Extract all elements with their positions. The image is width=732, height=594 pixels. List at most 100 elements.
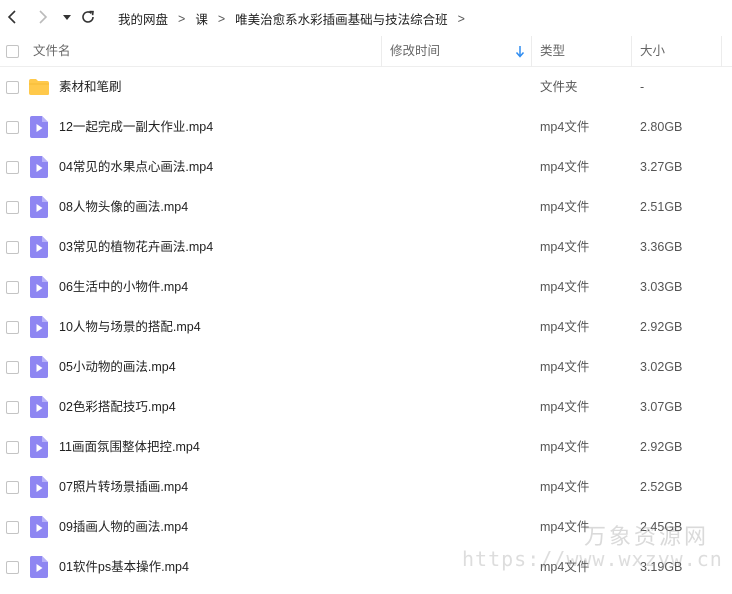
row-checkbox[interactable] (6, 321, 19, 334)
select-all-checkbox[interactable] (6, 45, 19, 58)
video-file-icon (30, 356, 48, 378)
file-type: mp4文件 (540, 520, 590, 534)
back-button[interactable] (4, 8, 22, 26)
file-row[interactable]: 素材和笔刷 文件夹 - (0, 67, 732, 107)
column-header-modified[interactable]: 修改时间 (390, 36, 440, 67)
file-size: - (640, 80, 645, 94)
row-checkbox[interactable] (6, 521, 19, 534)
file-name[interactable]: 12一起完成一副大作业.mp4 (59, 107, 213, 147)
file-name[interactable]: 10人物与场景的搭配.mp4 (59, 307, 201, 347)
file-name[interactable]: 08人物头像的画法.mp4 (59, 187, 188, 227)
breadcrumb-separator: > (178, 11, 186, 26)
file-size: 3.07GB (640, 400, 683, 414)
file-name[interactable]: 11画面氛围整体把控.mp4 (59, 427, 200, 467)
file-row[interactable]: 07照片转场景插画.mp4 mp4文件 2.52GB (0, 467, 732, 507)
column-divider[interactable] (531, 36, 532, 67)
file-row[interactable]: 12一起完成一副大作业.mp4 mp4文件 2.80GB (0, 107, 732, 147)
history-dropdown-button[interactable] (60, 8, 74, 26)
file-size: 3.02GB (640, 360, 683, 374)
breadcrumb-separator: > (457, 11, 465, 26)
video-file-icon (30, 396, 48, 418)
chevron-right-icon (39, 10, 48, 24)
column-header-size[interactable]: 大小 (640, 36, 665, 67)
video-file-icon (30, 516, 48, 538)
file-type: mp4文件 (540, 360, 590, 374)
file-size: 3.27GB (640, 160, 683, 174)
watermark-url: https://www.wxzyw.cn (462, 547, 723, 571)
file-row[interactable]: 11画面氛围整体把控.mp4 mp4文件 2.92GB (0, 427, 732, 467)
column-header-name[interactable]: 文件名 (33, 36, 71, 67)
file-name[interactable]: 素材和笔刷 (59, 67, 122, 107)
file-name[interactable]: 03常见的植物花卉画法.mp4 (59, 227, 213, 267)
video-file-icon (30, 156, 48, 178)
breadcrumb-separator: > (217, 11, 226, 26)
breadcrumb-item-course[interactable]: 课 (195, 9, 208, 28)
row-checkbox[interactable] (6, 81, 19, 94)
video-file-icon (30, 556, 48, 578)
row-checkbox[interactable] (6, 401, 19, 414)
file-size: 2.80GB (640, 120, 683, 134)
file-size: 2.92GB (640, 320, 683, 334)
row-checkbox[interactable] (6, 281, 19, 294)
file-row[interactable]: 10人物与场景的搭配.mp4 mp4文件 2.92GB (0, 307, 732, 347)
file-type: mp4文件 (540, 440, 590, 454)
file-type: mp4文件 (540, 480, 590, 494)
column-divider[interactable] (631, 36, 632, 67)
video-file-icon (30, 476, 48, 498)
row-checkbox[interactable] (6, 561, 19, 574)
video-file-icon (30, 236, 48, 258)
file-size: 3.03GB (640, 280, 683, 294)
row-checkbox[interactable] (6, 481, 19, 494)
row-checkbox[interactable] (6, 361, 19, 374)
file-name[interactable]: 06生活中的小物件.mp4 (59, 267, 188, 307)
file-type: 文件夹 (540, 80, 578, 94)
breadcrumb: 我的网盘 > 课 > 唯美治愈系水彩插画基础与技法综合班 > (118, 9, 475, 28)
file-row[interactable]: 04常见的水果点心画法.mp4 mp4文件 3.27GB (0, 147, 732, 187)
chevron-left-icon (7, 10, 16, 24)
row-checkbox[interactable] (6, 161, 19, 174)
column-divider[interactable] (381, 36, 382, 67)
column-divider[interactable] (721, 36, 722, 67)
file-type: mp4文件 (540, 320, 590, 334)
breadcrumb-item-current-folder[interactable]: 唯美治愈系水彩插画基础与技法综合班 (235, 9, 448, 28)
column-header-type[interactable]: 类型 (540, 36, 565, 67)
file-type: mp4文件 (540, 400, 590, 414)
video-file-icon (30, 436, 48, 458)
file-row[interactable]: 02色彩搭配技巧.mp4 mp4文件 3.07GB (0, 387, 732, 427)
refresh-button[interactable] (79, 8, 97, 26)
file-name[interactable]: 09插画人物的画法.mp4 (59, 507, 188, 547)
row-checkbox[interactable] (6, 121, 19, 134)
caret-down-icon (63, 15, 71, 20)
video-file-icon (30, 196, 48, 218)
file-row[interactable]: 08人物头像的画法.mp4 mp4文件 2.51GB (0, 187, 732, 227)
file-type: mp4文件 (540, 200, 590, 214)
file-size: 2.51GB (640, 200, 683, 214)
file-list-header: 文件名 修改时间 类型 大小 (0, 36, 732, 67)
file-name[interactable]: 05小动物的画法.mp4 (59, 347, 176, 387)
toolbar: 我的网盘 > 课 > 唯美治愈系水彩插画基础与技法综合班 > (0, 0, 732, 34)
file-type: mp4文件 (540, 240, 590, 254)
row-checkbox[interactable] (6, 201, 19, 214)
forward-button[interactable] (33, 8, 51, 26)
video-file-icon (30, 276, 48, 298)
file-name[interactable]: 04常见的水果点心画法.mp4 (59, 147, 213, 187)
file-size: 2.92GB (640, 440, 683, 454)
file-row[interactable]: 06生活中的小物件.mp4 mp4文件 3.03GB (0, 267, 732, 307)
file-name[interactable]: 02色彩搭配技巧.mp4 (59, 387, 176, 427)
row-checkbox[interactable] (6, 241, 19, 254)
sort-descending-icon[interactable] (515, 45, 525, 58)
file-row[interactable]: 03常见的植物花卉画法.mp4 mp4文件 3.36GB (0, 227, 732, 267)
row-checkbox[interactable] (6, 441, 19, 454)
video-file-icon (30, 116, 48, 138)
file-name[interactable]: 01软件ps基本操作.mp4 (59, 547, 189, 587)
file-type: mp4文件 (540, 120, 590, 134)
video-file-icon (30, 316, 48, 338)
file-type: mp4文件 (540, 160, 590, 174)
file-row[interactable]: 05小动物的画法.mp4 mp4文件 3.02GB (0, 347, 732, 387)
file-size: 2.52GB (640, 480, 683, 494)
refresh-icon (82, 10, 94, 23)
breadcrumb-item-my-drive[interactable]: 我的网盘 (118, 9, 168, 28)
file-type: mp4文件 (540, 280, 590, 294)
file-size: 3.36GB (640, 240, 683, 254)
file-name[interactable]: 07照片转场景插画.mp4 (59, 467, 188, 507)
